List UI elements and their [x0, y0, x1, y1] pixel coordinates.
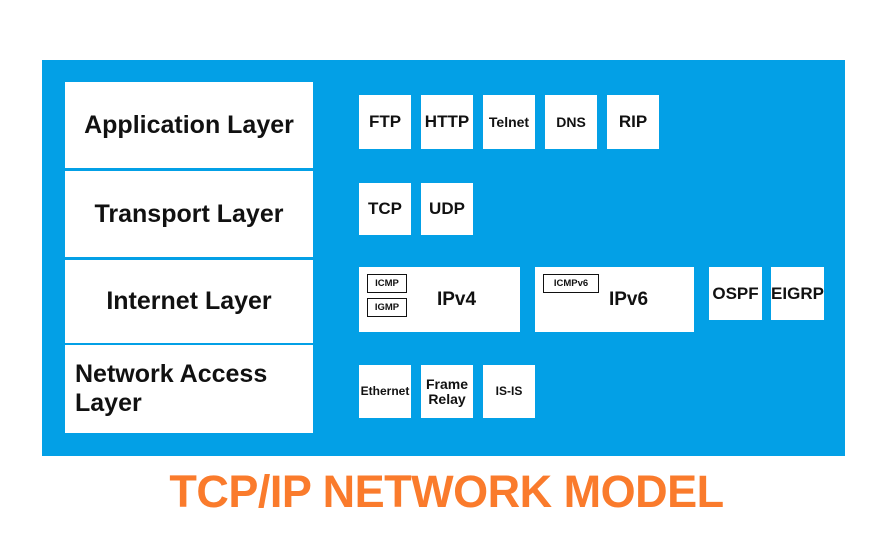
- protocol-label-ethernet: Ethernet: [360, 384, 410, 399]
- protocol-box-frame-relay: Frame Relay: [421, 365, 473, 418]
- protocol-label-tcp: TCP: [368, 199, 402, 219]
- protocol-box-eigrp: EIGRP: [771, 267, 824, 320]
- protocol-label-http: HTTP: [424, 112, 470, 132]
- protocol-label-ftp: FTP: [368, 112, 402, 132]
- protocol-label-eigrp: EIGRP: [771, 283, 824, 303]
- protocol-row-internet: ICMP IGMP IPv4 ICMPv6 IPv6 OSPF EIGRP: [359, 267, 833, 332]
- diagram-panel: Application Layer Transport Layer Intern…: [42, 60, 845, 456]
- layer-label-network-access: Network Access Layer: [75, 360, 268, 417]
- protocol-box-is-is: IS-IS: [483, 365, 535, 418]
- protocol-row-transport: TCP UDP: [359, 183, 483, 235]
- layer-box-transport: Transport Layer: [65, 171, 313, 257]
- layer-box-network-access: Network Access Layer: [65, 345, 313, 433]
- protocol-box-ethernet: Ethernet: [359, 365, 411, 418]
- protocol-label-dns: DNS: [556, 113, 586, 130]
- page-title: TCP/IP NETWORK MODEL: [169, 466, 724, 517]
- protocol-label-udp: UDP: [429, 199, 465, 219]
- layer-label-internet: Internet Layer: [106, 287, 272, 316]
- protocol-box-http: HTTP: [421, 95, 473, 149]
- protocol-box-rip: RIP: [607, 95, 659, 149]
- protocol-label-rip: RIP: [618, 112, 648, 132]
- protocol-box-ospf: OSPF: [709, 267, 762, 320]
- protocol-label-icmpv6: ICMPv6: [553, 278, 589, 289]
- protocol-label-ipv6: IPv6: [608, 288, 649, 310]
- layer-label-application: Application Layer: [84, 110, 294, 139]
- protocol-box-tcp: TCP: [359, 183, 411, 235]
- protocol-box-icmp: ICMP: [367, 274, 407, 293]
- protocol-box-udp: UDP: [421, 183, 473, 235]
- protocol-box-ipv4: ICMP IGMP IPv4: [359, 267, 520, 332]
- tcpip-network-model-diagram: Application Layer Transport Layer Intern…: [0, 0, 893, 549]
- layer-box-internet: Internet Layer: [65, 260, 313, 343]
- protocol-label-is-is: IS-IS: [495, 384, 523, 399]
- layer-box-application: Application Layer: [65, 82, 313, 168]
- protocol-label-frame-relay: Frame Relay: [425, 375, 469, 407]
- protocol-box-ipv6: ICMPv6 IPv6: [535, 267, 694, 332]
- protocol-label-icmp: ICMP: [375, 278, 399, 289]
- protocol-box-dns: DNS: [545, 95, 597, 149]
- protocol-label-ospf: OSPF: [712, 283, 759, 303]
- ipv4-sub-protocols: ICMP IGMP: [367, 274, 407, 317]
- protocol-box-ftp: FTP: [359, 95, 411, 149]
- ipv6-sub-protocols: ICMPv6: [543, 274, 599, 293]
- protocol-row-network-access: Ethernet Frame Relay IS-IS: [359, 365, 545, 418]
- protocol-label-ipv4: IPv4: [436, 288, 477, 310]
- layer-stack: Application Layer Transport Layer Intern…: [65, 82, 313, 433]
- protocol-label-igmp: IGMP: [374, 302, 400, 313]
- protocol-box-igmp: IGMP: [367, 298, 407, 317]
- protocol-row-application: FTP HTTP Telnet DNS RIP: [359, 95, 669, 149]
- protocol-box-telnet: Telnet: [483, 95, 535, 149]
- layer-label-transport: Transport Layer: [94, 199, 284, 228]
- protocol-box-icmpv6: ICMPv6: [543, 274, 599, 293]
- protocol-label-telnet: Telnet: [488, 113, 530, 130]
